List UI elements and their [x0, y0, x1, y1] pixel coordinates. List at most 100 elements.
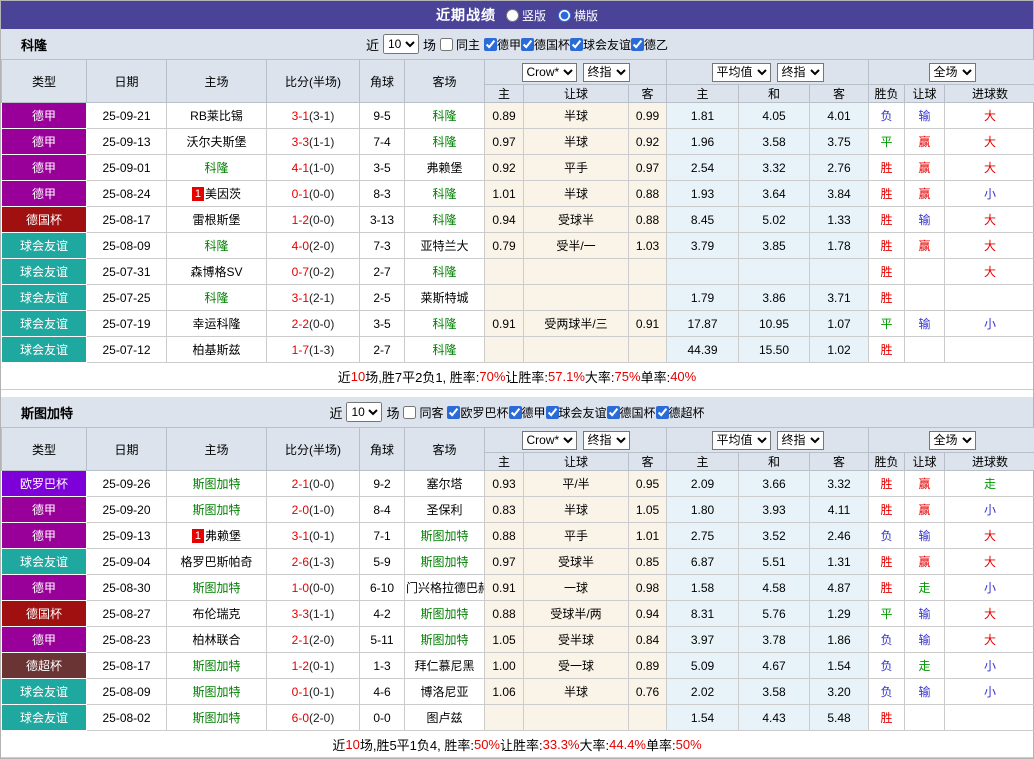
avg-draw-cell: 5.51: [739, 549, 810, 575]
fulltime-score: 2-1: [292, 477, 309, 491]
avg-away-cell: 1.33: [810, 207, 869, 233]
odds-handicap-cell: 一球: [524, 575, 629, 601]
score-cell: 0-7(0-2): [267, 259, 360, 285]
matches-table: 类型 日期 主场 比分(半场) 角球 客场 Crow* 终指 平均值: [1, 59, 1034, 363]
league-checkbox[interactable]: [484, 38, 497, 51]
fulltime-score: 3-1: [292, 109, 309, 123]
date-cell: 25-08-17: [87, 207, 167, 233]
league-filter[interactable]: 德甲: [509, 404, 546, 421]
avg-away-cell: 3.84: [810, 181, 869, 207]
avg-final-select[interactable]: 终指: [777, 63, 824, 82]
same-venue-checkbox[interactable]: [440, 38, 453, 51]
matches-tbody: 德甲25-09-21RB莱比锡3-1(3-1)9-5科隆0.89半球0.991.…: [2, 103, 1034, 363]
league-filter[interactable]: 德甲: [484, 36, 521, 53]
date-cell: 25-09-21: [87, 103, 167, 129]
match-row: 德国杯25-08-17雷根斯堡1-2(0-0)3-13科隆0.94受球半0.88…: [2, 207, 1034, 233]
league-cell: 德甲: [2, 497, 87, 523]
league-filter[interactable]: 德国杯: [521, 36, 570, 53]
league-checkbox[interactable]: [656, 406, 669, 419]
match-row: 德甲25-08-23柏林联合2-1(2-0)5-11斯图加特1.05受半球0.8…: [2, 627, 1034, 653]
layout-option-horizontal[interactable]: 横版: [558, 7, 598, 24]
match-row: 德甲25-09-131弗赖堡3-1(0-1)7-1斯图加特0.88平手1.012…: [2, 523, 1034, 549]
sections: 科隆 近 10 场 同主 德甲德国杯球会友谊德乙 类型: [1, 29, 1033, 758]
fulltime-score: 2-2: [292, 317, 309, 331]
odds-handicap-cell: 半球: [524, 181, 629, 207]
away-team-cell: 斯图加特: [405, 601, 485, 627]
league-filter[interactable]: 球会友谊: [570, 36, 631, 53]
date-cell: 25-09-01: [87, 155, 167, 181]
avg-home-cell: 1.96: [667, 129, 739, 155]
league-cell: 德甲: [2, 155, 87, 181]
result-handicap-cell: 赢: [905, 497, 945, 523]
away-team-name: 亚特兰大: [420, 239, 468, 253]
fulltime-score: 1-2: [292, 213, 309, 227]
subcol-odds-home: 主: [485, 85, 524, 103]
match-count-select[interactable]: 10: [346, 402, 382, 422]
layout-option-vertical[interactable]: 竖版: [506, 7, 546, 24]
league-filter[interactable]: 德乙: [631, 36, 668, 53]
league-filter[interactable]: 德超杯: [656, 404, 705, 421]
away-team-name: 科隆: [432, 187, 456, 201]
result-outcome-cell: 胜: [869, 497, 905, 523]
avg-away-cell: 1.54: [810, 653, 869, 679]
subcol-result-handicap: 让球: [905, 453, 945, 471]
home-team-cell: 斯图加特: [167, 679, 267, 705]
home-team-name: 斯图加特: [192, 711, 240, 725]
halftime-score: (0-0): [309, 477, 334, 491]
same-venue-filter[interactable]: 同客: [403, 404, 443, 421]
same-venue-filter[interactable]: 同主: [440, 36, 480, 53]
fulltime-select[interactable]: 全场: [929, 431, 976, 450]
fulltime-select[interactable]: 全场: [929, 63, 976, 82]
home-team-cell: 1美因茨: [167, 181, 267, 207]
odds-source-select[interactable]: Crow*: [522, 63, 577, 82]
league-checkbox[interactable]: [447, 406, 460, 419]
home-team-cell: 斯图加特: [167, 653, 267, 679]
league-checkbox[interactable]: [546, 406, 559, 419]
league-checkbox[interactable]: [509, 406, 522, 419]
avg-source-select[interactable]: 平均值: [712, 431, 771, 450]
avg-draw-cell: 3.52: [739, 523, 810, 549]
odds-handicap-cell: 受两球半/三: [524, 311, 629, 337]
league-checkbox[interactable]: [521, 38, 534, 51]
odds-home-cell: 1.06: [485, 679, 524, 705]
summary-segment: 44.4%: [609, 737, 646, 752]
avg-final-select[interactable]: 终指: [777, 431, 824, 450]
result-handicap-cell: 输: [905, 627, 945, 653]
result-handicap-cell: 输: [905, 523, 945, 549]
avg-draw-cell: 3.85: [739, 233, 810, 259]
layout-radio[interactable]: [506, 9, 519, 22]
odds-handicap-cell: 半球: [524, 497, 629, 523]
away-team-cell: 门兴格拉德巴赫: [405, 575, 485, 601]
avg-away-cell: 1.31: [810, 549, 869, 575]
avg-source-select[interactable]: 平均值: [712, 63, 771, 82]
odds-home-cell: 0.89: [485, 103, 524, 129]
odds-home-cell: 0.91: [485, 575, 524, 601]
col-corner: 角球: [360, 60, 405, 103]
home-team-name: 沃尔夫斯堡: [186, 135, 246, 149]
odds-final-select[interactable]: 终指: [583, 431, 630, 450]
home-team-cell: 柏基斯兹: [167, 337, 267, 363]
odds-source-select[interactable]: Crow*: [522, 431, 577, 450]
league-checkbox[interactable]: [631, 38, 644, 51]
result-outcome-cell: 胜: [869, 155, 905, 181]
match-count-select[interactable]: 10: [383, 34, 419, 54]
match-row: 球会友谊25-07-19幸运科隆2-2(0-0)3-5科隆0.91受两球半/三0…: [2, 311, 1034, 337]
same-venue-checkbox[interactable]: [403, 406, 416, 419]
odds-final-select[interactable]: 终指: [583, 63, 630, 82]
avg-draw-cell: 3.58: [739, 129, 810, 155]
league-checkbox-label: 德乙: [644, 36, 668, 53]
layout-radio[interactable]: [558, 9, 571, 22]
away-team-name: 斯图加特: [420, 607, 468, 621]
league-cell: 球会友谊: [2, 705, 87, 731]
league-cell: 球会友谊: [2, 285, 87, 311]
league-filter[interactable]: 德国杯: [607, 404, 656, 421]
result-handicap-cell: [905, 285, 945, 311]
league-filter[interactable]: 欧罗巴杯: [447, 404, 508, 421]
games-label: 场: [386, 403, 399, 422]
league-filter[interactable]: 球会友谊: [546, 404, 607, 421]
league-checkbox[interactable]: [607, 406, 620, 419]
away-team-name: 斯图加特: [420, 633, 468, 647]
league-checkbox[interactable]: [570, 38, 583, 51]
avg-away-cell: 4.11: [810, 497, 869, 523]
near-label: 近: [366, 35, 379, 54]
